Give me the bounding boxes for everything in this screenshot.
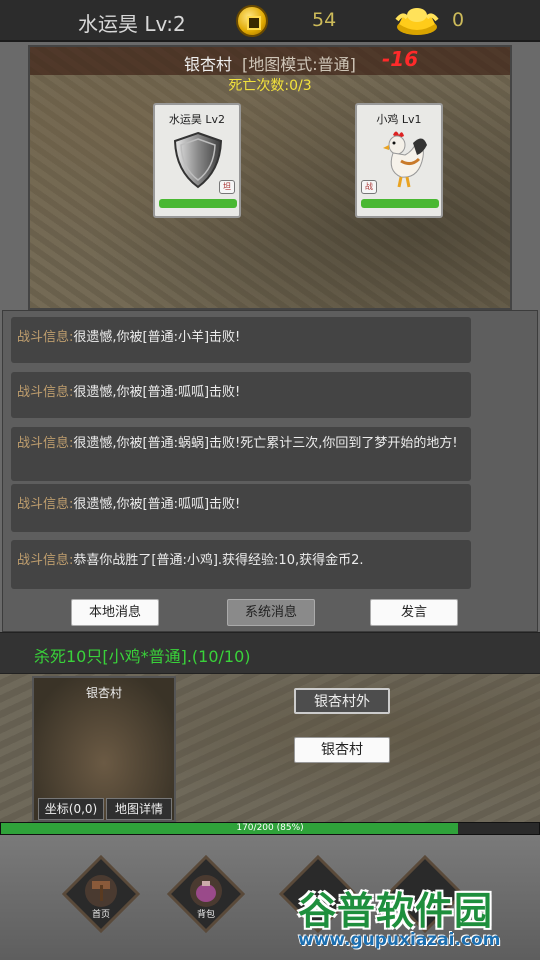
coordinates-button[interactable]: 坐标(0,0) [38, 798, 104, 820]
player-hp-bar [159, 199, 237, 208]
ingot-count: 0 [452, 9, 465, 31]
player-name: 水运昊 Lv2 [168, 113, 226, 126]
location-village-button[interactable]: 银杏村 [294, 737, 390, 763]
nav-home-label: 首页 [91, 910, 110, 920]
exp-text: 170/200 (85%) [236, 823, 304, 833]
minimap-title: 银杏村 [85, 686, 122, 700]
death-count: 死亡次数:0/3 [228, 78, 312, 94]
role-tag: 战 [361, 180, 377, 194]
player-card[interactable]: 水运昊 Lv2 坦 [153, 103, 241, 218]
enemy-name: 小鸡 Lv1 [376, 113, 422, 126]
bag-icon [166, 854, 246, 934]
nav-home-button[interactable]: 首页 [61, 854, 141, 934]
enemy-hp-bar [361, 199, 439, 208]
nav-bag-label: 背包 [196, 910, 215, 920]
battle-log[interactable]: 战斗信息:很遗憾,你被[普通:小羊]击败! 战斗信息:很遗憾,你被[普通:呱呱]… [2, 310, 538, 632]
shield-icon [173, 131, 223, 189]
speak-button[interactable]: 发言 [370, 599, 458, 626]
home-icon [61, 854, 141, 934]
damage-number: -16 [382, 47, 419, 71]
watermark-text: 谷普软件园 [298, 889, 494, 933]
coin-icon [236, 5, 268, 37]
log-message: 战斗信息:恭喜你战胜了[普通:小鸡].获得经验:10,获得金币2. [11, 540, 471, 589]
quest-text: 杀死10只[小鸡*普通].(10/10) [34, 647, 251, 666]
log-message: 战斗信息:很遗憾,你被[普通:蜗蜗]击败!死亡累计三次,你回到了梦开始的地方! [11, 427, 471, 481]
tab-system-messages[interactable]: 系统消息 [227, 599, 315, 626]
map-detail-button[interactable]: 地图详情 [106, 798, 172, 820]
location-outside-village-button[interactable]: 银杏村外 [294, 688, 390, 714]
map-mode: [地图模式:普通] [242, 55, 356, 74]
battle-panel: 银杏村 [地图模式:普通] -16 死亡次数:0/3 水运昊 Lv2 坦 小鸡 … [28, 45, 512, 310]
log-message: 战斗信息:很遗憾,你被[普通:小羊]击败! [11, 317, 471, 363]
battle-header: 银杏村 [地图模式:普通] -16 [30, 47, 510, 75]
map-panel: 银杏村 坐标(0,0) 地图详情 银杏村外 银杏村 [0, 674, 540, 822]
watermark: 谷普软件园 www.gupuxiazai.com [298, 880, 540, 960]
gold-ingot-icon [395, 8, 439, 35]
tab-local-messages[interactable]: 本地消息 [71, 599, 159, 626]
quest-bar[interactable]: 杀死10只[小鸡*普通].(10/10) [0, 632, 540, 674]
minimap[interactable]: 银杏村 坐标(0,0) 地图详情 [32, 676, 176, 822]
nav-bag-button[interactable]: 背包 [166, 854, 246, 934]
chicken-icon [383, 131, 427, 188]
log-message: 战斗信息:很遗憾,你被[普通:呱呱]击败! [11, 372, 471, 418]
status-bar: 水运昊 Lv:2 54 0 [0, 0, 540, 42]
enemy-card[interactable]: 小鸡 Lv1 战 [355, 103, 443, 218]
watermark-url: www.gupuxiazai.com [298, 930, 501, 950]
coin-count: 54 [312, 9, 337, 31]
role-tag: 坦 [219, 180, 235, 194]
village-name: 银杏村 [184, 55, 233, 74]
player-title: 水运昊 Lv:2 [78, 12, 186, 36]
log-message: 战斗信息:很遗憾,你被[普通:呱呱]击败! [11, 484, 471, 532]
exp-bar: 170/200 (85%) [0, 822, 540, 835]
